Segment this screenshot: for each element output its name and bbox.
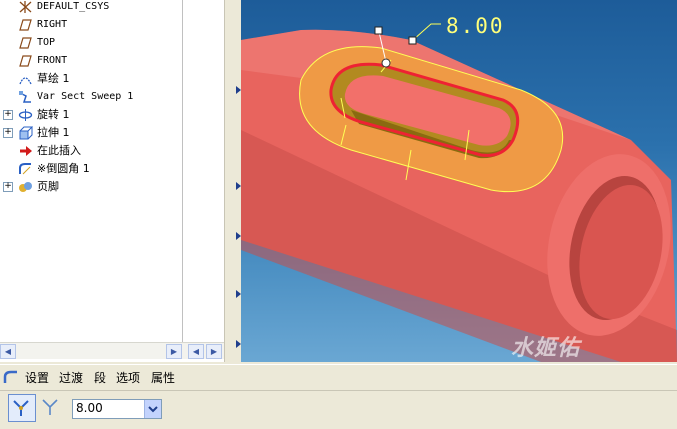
round-dashboard-menubar: 设置 过渡 段 选项 属性 [0,364,677,389]
menu-transitions[interactable]: 过渡 [59,369,83,386]
model-tree: DEFAULT_CSYS RIGHT TOP FRONT 草绘 1 Var Se… [0,0,182,342]
round-dashboard-toolbar: 8.00 [0,390,677,429]
tree-item-insert-here[interactable]: 在此插入 [0,142,182,160]
sketch-icon [19,77,32,85]
menu-settings[interactable]: 设置 [25,369,49,386]
datum-plane-icon [19,19,32,31]
part-model [241,23,677,362]
column-scroll-right-button[interactable]: ▶ [206,344,222,359]
menu-options[interactable]: 选项 [116,369,140,386]
set-mode-button[interactable] [8,394,36,422]
tree-item-default-csys[interactable]: DEFAULT_CSYS [0,0,182,16]
tree-item-var-sect-sweep-1[interactable]: Var Sect Sweep 1 [0,88,182,106]
tree-item-extrude-1[interactable]: + 拉伸 1 [0,124,182,142]
csys-icon [19,1,32,13]
watermark: 水姬佑 [511,336,581,361]
scroll-right-button[interactable]: ▶ [166,344,182,359]
round-icon [19,163,31,175]
revolve-icon [18,109,33,121]
model-tree-panel: DEFAULT_CSYS RIGHT TOP FRONT 草绘 1 Var Se… [0,0,224,362]
transition-mode-button[interactable] [38,394,64,420]
tree-item-right[interactable]: RIGHT [0,16,182,34]
chevron-down-icon[interactable] [144,400,161,418]
tree-item-revolve-1[interactable]: + 旋转 1 [0,106,182,124]
tree-item-round-1[interactable]: ※倒圆角 1 [0,160,182,178]
tree-item-front[interactable]: FRONT [0,52,182,70]
radius-value-combobox[interactable]: 8.00 [72,399,162,419]
menu-properties[interactable]: 属性 [151,369,175,386]
tree-item-top[interactable]: TOP [0,34,182,52]
expand-toggle[interactable]: + [3,128,13,138]
tree-item-sketch-1[interactable]: 草绘 1 [0,70,182,88]
scroll-left-button[interactable]: ◀ [0,344,16,359]
round-transition-icon [42,399,58,415]
round-set-icon [13,400,29,416]
graphics-viewport[interactable]: 8.00 水姬佑 [241,0,677,362]
footer-icon [19,182,32,192]
tree-column-area [182,0,223,342]
round-tool-icon [3,370,17,383]
insert-here-arrow-icon [20,146,32,156]
column-scroll-left-button[interactable]: ◀ [188,344,204,359]
datum-plane-icon [19,37,32,49]
radius-value: 8.00 [76,401,103,415]
radius-dimension-label[interactable]: 8.00 [446,14,505,38]
extrude-icon [19,126,33,140]
panel-splitter[interactable] [224,0,242,362]
expand-toggle[interactable]: + [3,110,13,120]
tree-horizontal-scrollbar[interactable]: ◀ ▶ ◀ ▶ [0,342,224,359]
expand-toggle[interactable]: + [3,182,13,192]
tree-item-footer[interactable]: + 页脚 [0,178,182,196]
datum-plane-icon [19,55,32,67]
sweep-icon [19,91,31,103]
menu-pieces[interactable]: 段 [94,369,106,386]
